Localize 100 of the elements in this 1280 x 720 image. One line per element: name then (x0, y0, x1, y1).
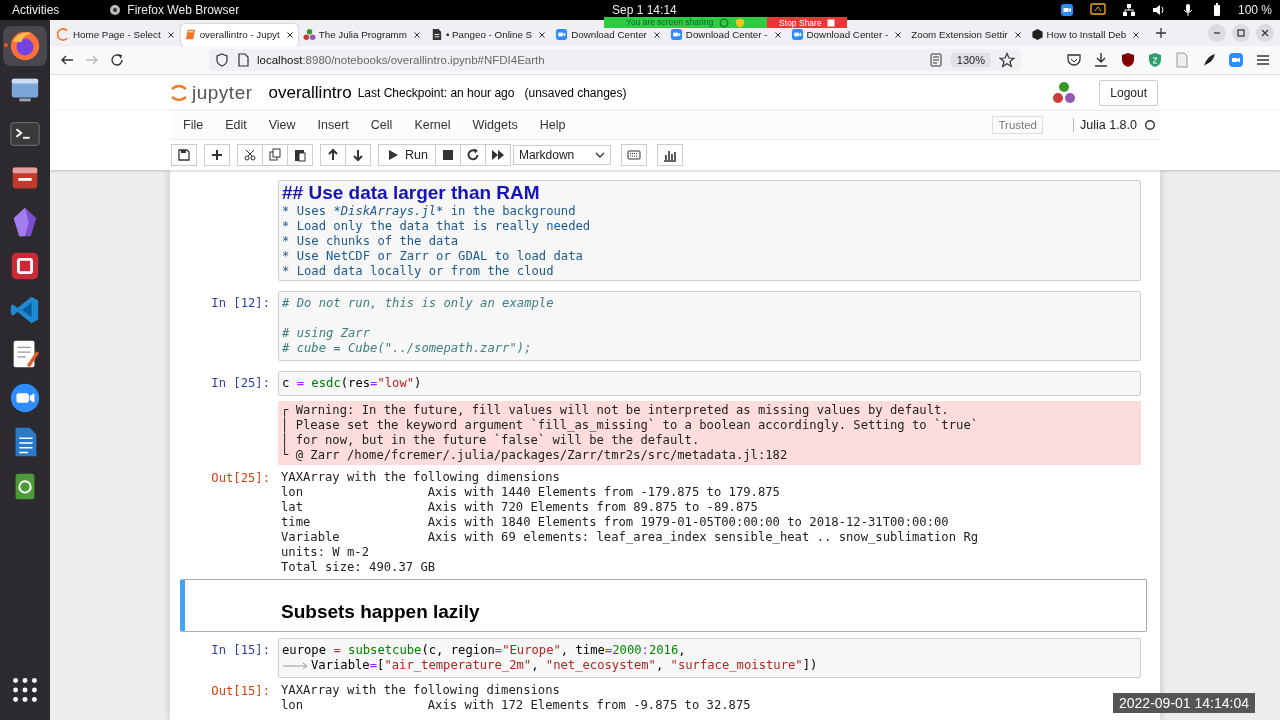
browser-tab[interactable]: How to Install Deb (1027, 23, 1145, 46)
stop-button[interactable] (434, 144, 461, 166)
page-icon (237, 53, 249, 67)
warning-line: └ @ Zarr /home/fcremer/.julia/packages/Zarr/tmr2s/src/metadata.jl:182 (281, 448, 789, 463)
browser-icon (8, 29, 42, 63)
clock[interactable]: Sep 1 14:14 (612, 3, 677, 17)
cut-button[interactable] (237, 144, 263, 166)
markdown-input[interactable] (278, 180, 1141, 281)
video-camera-icon (1228, 52, 1244, 68)
logout-button[interactable]: Logout (1099, 79, 1158, 106)
menu-item[interactable]: Widgets (461, 118, 529, 132)
app-name[interactable]: Firefox Web Browser (127, 3, 240, 17)
code-input[interactable]: # Do not run, this is only an example # using Zarr # cube = Cube("../somepath.zarr"); (278, 291, 1141, 361)
code-input[interactable]: c = esdc(res="low") (278, 371, 1141, 396)
copy-icon (268, 148, 282, 162)
output-prompt: Out[25]: (211, 471, 270, 485)
warning-line: ┌ Warning: In the future, fill values will not be interpreted as missing values by default. (281, 403, 950, 417)
clipboard-icon (293, 148, 307, 162)
kernel-name[interactable]: Julia 1.8.0 (1080, 118, 1137, 132)
tab-title: overallintro - Jupyt (199, 29, 280, 40)
save-icon (177, 148, 191, 162)
browser-tab[interactable]: • Pangeo - Online S (426, 23, 551, 46)
add-cell-button[interactable] (204, 144, 230, 166)
close-icon (772, 29, 783, 40)
output-line: lat Axis with 720 Elements from 89.875 to -89.875 (281, 500, 759, 515)
menu-item[interactable]: Help (528, 118, 577, 132)
screen-share-icon (1089, 3, 1106, 17)
move-up-button[interactable] (320, 144, 346, 166)
trusted-badge[interactable]: Trusted (992, 116, 1043, 134)
browser-tab[interactable]: overallintro - Jupyt (180, 23, 298, 46)
menu-item[interactable]: Insert (306, 118, 360, 132)
selected-cell[interactable]: Subsets happen lazily (180, 579, 1147, 632)
stop-icon (826, 18, 835, 27)
book-icon (183, 28, 197, 41)
move-down-button[interactable] (345, 144, 371, 166)
reload-icon (109, 52, 125, 68)
julia-logo-icon (1051, 80, 1078, 105)
chevron-down-icon (594, 150, 605, 160)
timestamp: 2022-09-01 14:14:04 (1119, 695, 1249, 711)
output-line: lon Axis with 1440 Elements from -179.875 to 179.875 (281, 485, 781, 500)
browser-tab[interactable]: Zoom Extension Settir (908, 23, 1026, 46)
maximize-button[interactable] (1232, 24, 1250, 42)
address-bar[interactable]: localhost:8980/notebooks/overallintro.ipynb#NFDI4Earth 130% (209, 49, 1021, 71)
bar-chart-icon (662, 148, 677, 162)
run-all-button[interactable] (484, 144, 511, 166)
menu-item[interactable]: Cell (359, 118, 404, 132)
code-input[interactable]: europe = subsetcube(c, region="Europe", time=2000:2016, Variable=["air_temperature_2m", "net_ecosystem", "surface_moisture"]) (278, 638, 1141, 678)
video-camera-icon (790, 28, 804, 41)
tab-title: Home Page - Select (73, 29, 161, 40)
video-camera-icon (8, 381, 42, 415)
code-line: europe = subsetcube(c, region="Europe", time=2000:2016, (282, 643, 686, 658)
restart-icon (465, 148, 480, 162)
tab-title: Download Center - (806, 29, 889, 40)
paste-button[interactable] (287, 144, 313, 166)
stop-share-toast[interactable]: Stop Share (767, 17, 847, 28)
warning-line: │ Please set the keyword argument `fill_as_missing` to a boolean accordingly. Setting to `true` (281, 418, 980, 432)
dock-item[interactable] (3, 26, 47, 66)
menu-item[interactable]: Kernel (403, 118, 462, 132)
cell-type-dropdown[interactable]: Markdown (512, 145, 611, 165)
markdown-line: ## Use data larger than RAM (282, 182, 540, 204)
markdown-line: * Use NetCDF or Zarr or GDAL to load data (282, 249, 583, 264)
feather-icon (1201, 52, 1217, 68)
output-prompt: Out[15]: (211, 684, 270, 698)
command-palette-button[interactable] (620, 144, 647, 166)
menu-item[interactable]: Edit (214, 118, 258, 132)
output-line: YAXArray with the following dimensions (281, 683, 561, 698)
output-line: Total size: 490.37 GB (281, 560, 437, 575)
run-button[interactable]: Run (378, 144, 436, 166)
minimize-button[interactable] (1208, 24, 1226, 42)
close-icon (284, 29, 295, 40)
browser-tab[interactable]: The Julia Programm (299, 23, 425, 46)
code-line: # cube = Cube("../somepath.zarr"); (282, 341, 532, 356)
activities-button[interactable]: Activities (12, 3, 60, 17)
plus-icon (210, 148, 224, 162)
close-icon (165, 29, 176, 40)
chart-button[interactable] (656, 144, 683, 166)
notebook-name[interactable]: overallintro (268, 82, 352, 103)
scissors-icon (243, 148, 257, 162)
shield-icon (215, 53, 229, 67)
markdown-heading: Subsets happen lazily (281, 601, 481, 623)
jupyter-logo-text: jupyter (192, 81, 253, 104)
menu-item[interactable]: File (172, 118, 215, 132)
tab-title: Download Center (571, 29, 647, 40)
shield-icon (735, 17, 746, 28)
warning-line: │ for now, but in the future `false` will be the default. (281, 433, 701, 447)
tab-title: • Pangeo - Online S (445, 29, 533, 40)
browser-tab[interactable]: Home Page - Select (54, 23, 179, 46)
markdown-line: * Uses *DiskArrays.jl* in the background (282, 204, 576, 219)
close-icon (537, 29, 548, 40)
close-icon (1259, 27, 1271, 39)
plus-icon (1155, 27, 1168, 39)
zoom-level-button[interactable]: 130% (950, 53, 991, 67)
shield-icon (1147, 52, 1163, 68)
sharing-status: You are screen sharing (626, 17, 714, 28)
page-icon (1174, 52, 1190, 68)
close-button[interactable] (1256, 24, 1274, 42)
stop-icon (440, 148, 455, 162)
menu-item[interactable]: View (257, 118, 307, 132)
restart-button[interactable] (459, 144, 486, 166)
save-button[interactable] (171, 144, 197, 166)
